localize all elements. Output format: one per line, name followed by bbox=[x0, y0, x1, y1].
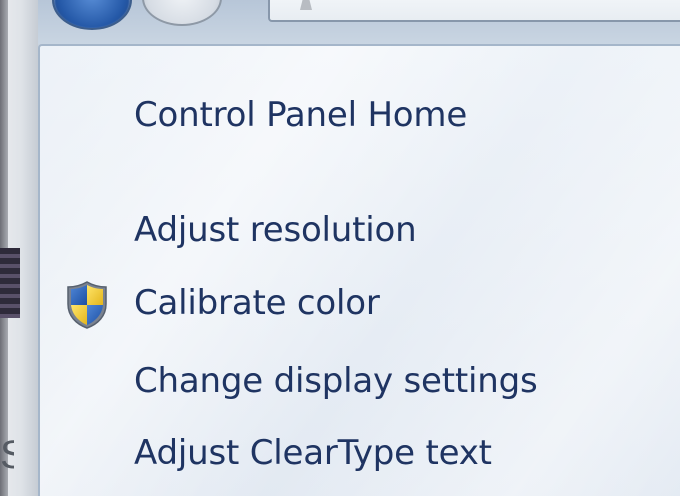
uac-shield-icon bbox=[67, 281, 107, 329]
task-link-calibrate-color[interactable]: Calibrate color bbox=[134, 283, 380, 323]
background-toolbar-fragment bbox=[0, 248, 20, 318]
background-window-edge: S bbox=[0, 0, 38, 496]
control-panel-icon bbox=[300, 0, 312, 10]
background-text-fragment: S bbox=[0, 433, 14, 477]
control-panel-home-link[interactable]: Control Panel Home bbox=[134, 95, 467, 135]
address-bar[interactable] bbox=[268, 0, 680, 22]
control-panel-window: S Control Panel Home Adjust resolution C… bbox=[0, 0, 680, 496]
task-link-adjust-resolution[interactable]: Adjust resolution bbox=[134, 210, 417, 250]
task-link-change-display-settings[interactable]: Change display settings bbox=[134, 361, 538, 401]
task-link-adjust-cleartype-text[interactable]: Adjust ClearType text bbox=[134, 433, 492, 473]
